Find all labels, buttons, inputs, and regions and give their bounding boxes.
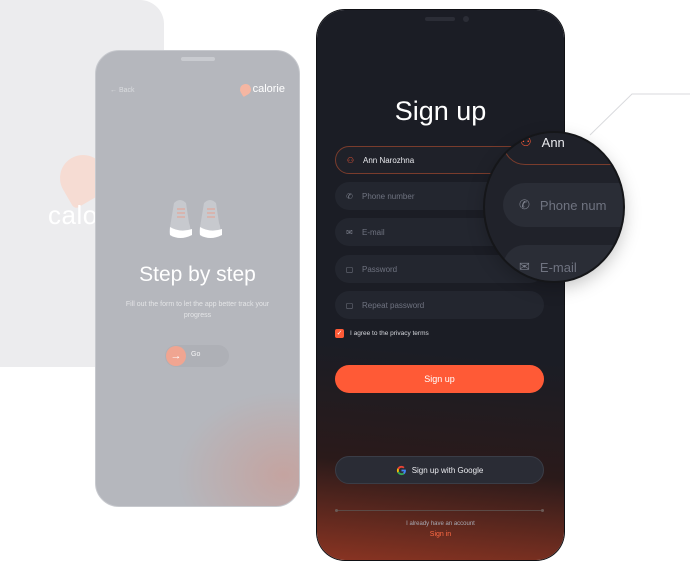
repeat-password-field[interactable]: ▢ Repeat password bbox=[335, 291, 544, 319]
arrow-right-icon: → bbox=[166, 346, 186, 366]
brand-logo: calorie bbox=[237, 81, 285, 97]
zoomed-name-value: Ann bbox=[541, 134, 565, 150]
lock-icon: ▢ bbox=[345, 264, 354, 274]
mail-icon: ✉ bbox=[346, 227, 353, 237]
privacy-agreement[interactable]: ✓ I agree to the privacy terms bbox=[335, 329, 429, 338]
onboarding-description: Fill out the form to let the app better … bbox=[125, 301, 270, 319]
go-label: Go bbox=[191, 351, 201, 358]
repeat-password-field-placeholder: Repeat password bbox=[362, 300, 425, 310]
google-button-label: Sign up with Google bbox=[411, 465, 484, 475]
sign-in-link[interactable]: Sign in bbox=[317, 531, 564, 538]
person-icon: ⚇ bbox=[520, 134, 532, 149]
signup-button[interactable]: Sign up bbox=[335, 365, 544, 393]
onboarding-phone-screen: ← Back calorie Step by step Fill out the… bbox=[95, 50, 300, 507]
password-field-placeholder: Password bbox=[362, 264, 398, 274]
phone-camera bbox=[463, 16, 469, 22]
privacy-label: I agree to the privacy terms bbox=[350, 330, 429, 337]
google-signup-button[interactable]: Sign up with Google bbox=[335, 456, 544, 484]
brand-name: calorie bbox=[252, 83, 285, 95]
person-icon: ⚇ bbox=[346, 155, 355, 165]
have-account-text: I already have an account bbox=[406, 521, 475, 527]
phone-notch bbox=[181, 57, 215, 61]
zoomed-phone-placeholder: Phone num bbox=[539, 197, 607, 213]
callout-line bbox=[589, 93, 690, 136]
privacy-checkbox[interactable]: ✓ bbox=[335, 329, 344, 338]
divider bbox=[335, 509, 544, 512]
name-field-value: Ann Narozhna bbox=[363, 155, 415, 165]
zoom-lens: ⚇ Ann ✆ Phone num ✉ E-mail bbox=[485, 133, 623, 281]
flame-logo-icon bbox=[237, 81, 253, 97]
zoomed-phone-field: ✆ Phone num bbox=[503, 183, 623, 227]
signup-title: Sign up bbox=[394, 96, 487, 126]
zoomed-email-field: ✉ E-mail bbox=[503, 245, 623, 281]
google-icon bbox=[396, 465, 406, 475]
sneakers-icon bbox=[169, 200, 222, 238]
email-field-placeholder: E-mail bbox=[362, 227, 385, 237]
back-link[interactable]: ← Back bbox=[110, 87, 135, 94]
phone-icon: ✆ bbox=[346, 191, 353, 201]
zoomed-name-field: ⚇ Ann bbox=[503, 133, 623, 165]
onboarding-title: Step by step bbox=[139, 263, 256, 286]
signup-phone-screen: Sign up ⚇ Ann Narozhna ✆ Phone number ✉ … bbox=[317, 10, 564, 560]
phone-icon: ✆ bbox=[519, 197, 530, 212]
zoomed-email-placeholder: E-mail bbox=[539, 259, 577, 275]
brand-fragment: calo bbox=[48, 200, 98, 230]
mail-icon: ✉ bbox=[519, 259, 530, 274]
go-button[interactable]: → Go bbox=[165, 345, 229, 367]
lock-icon: ▢ bbox=[345, 300, 354, 310]
decorative-glow bbox=[176, 391, 299, 506]
phone-field-placeholder: Phone number bbox=[362, 191, 415, 201]
phone-notch bbox=[425, 17, 455, 21]
